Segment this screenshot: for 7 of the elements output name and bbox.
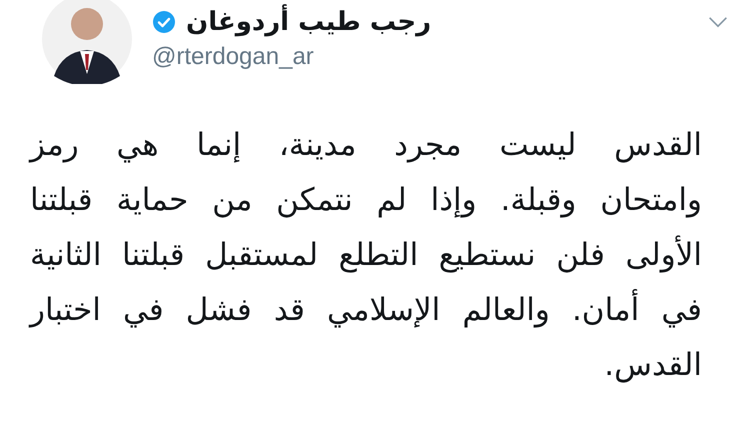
author-name[interactable]: رجب طيب أردوغان [186,4,432,40]
author-handle[interactable]: @rterdogan_ar [152,40,708,74]
tweet-text-line: وامتحان وقبلة. وإذا لم نتمكن من حماية قبلتنا [30,182,702,218]
tweet-text-line: الأولى فلن نستطيع التطلع لمستقبل قبلتنا الثانية [30,237,702,273]
tweet-text-line: القدس. [604,347,702,383]
chevron-down-icon[interactable] [708,16,728,28]
tweet-text-line: القدس ليست مجرد مدينة، إنما هي رمز [30,127,702,163]
